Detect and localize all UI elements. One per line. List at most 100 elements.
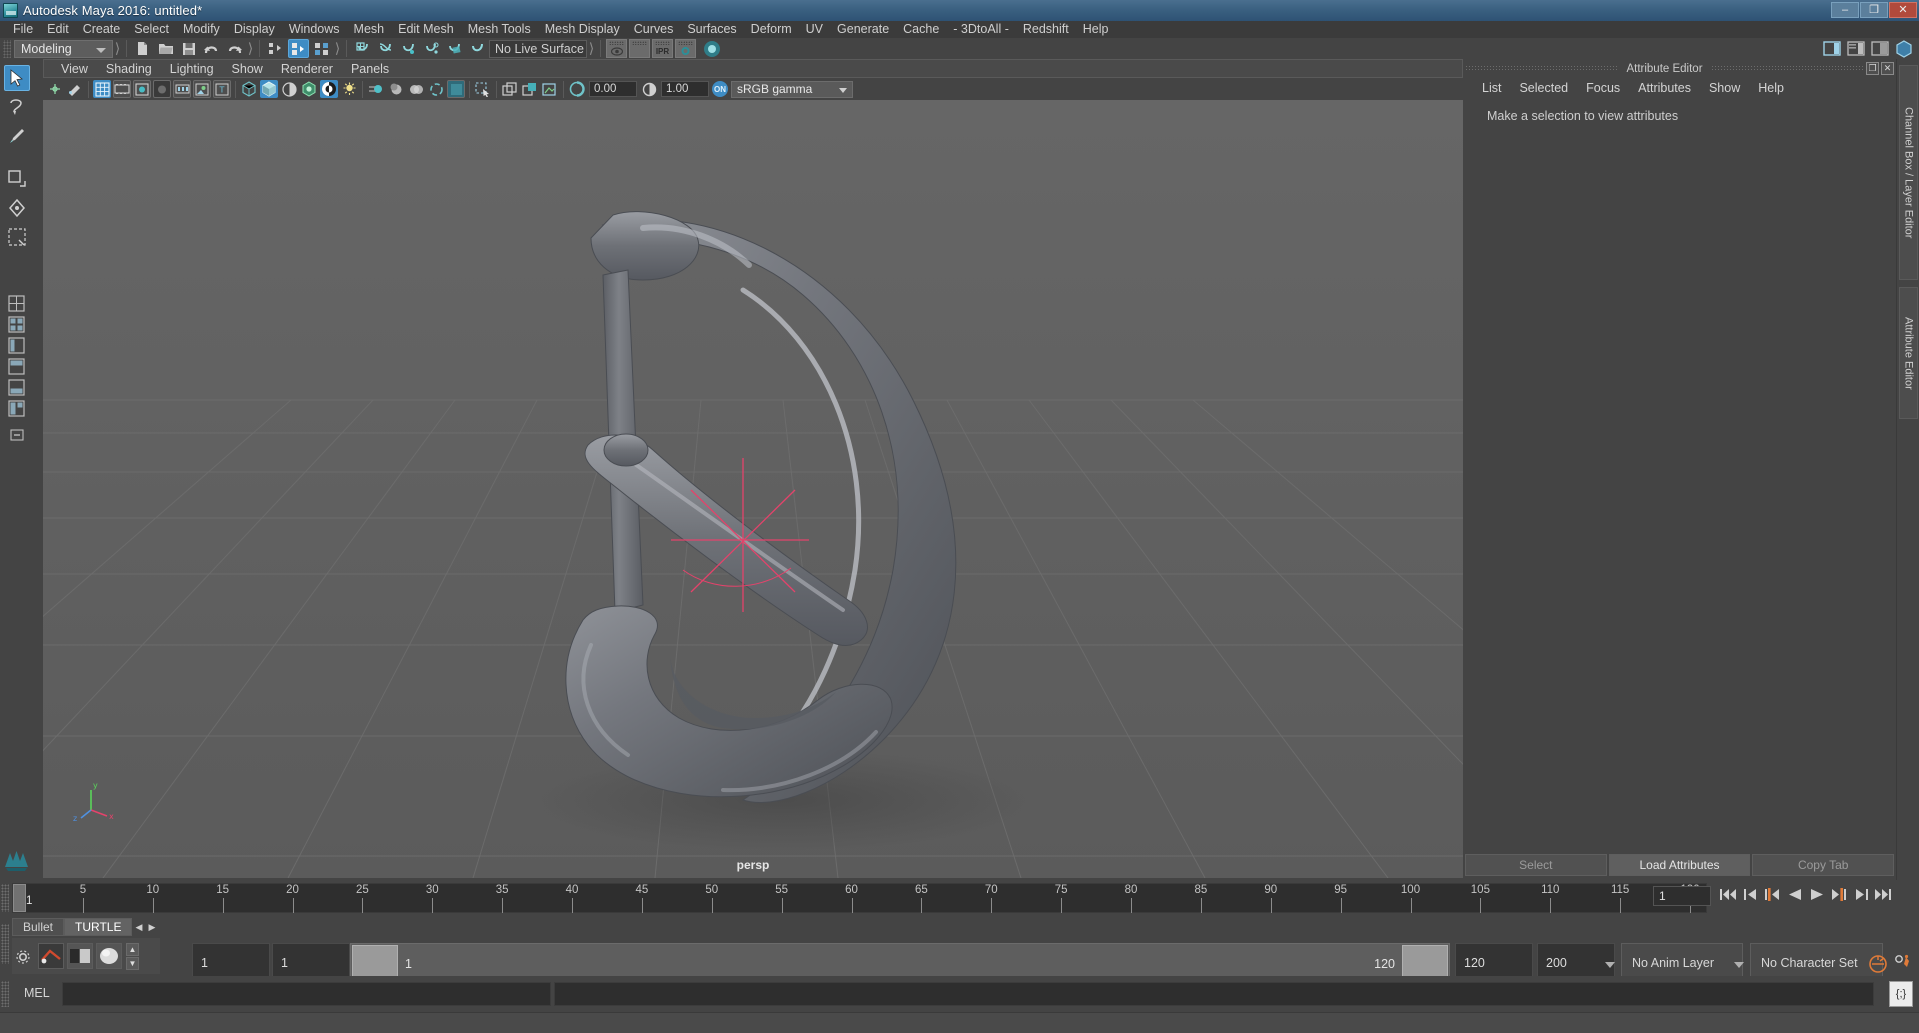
persp-hypergraph-layout-icon[interactable]: [6, 398, 28, 418]
menu-item-generate[interactable]: Generate: [830, 21, 896, 38]
menu-item-display[interactable]: Display: [227, 21, 282, 38]
hypershade-icon[interactable]: [701, 39, 722, 58]
shelf-prev-arrow-icon[interactable]: ◀: [132, 918, 145, 936]
xray-active-components-icon[interactable]: [521, 80, 539, 98]
script-editor-icon[interactable]: {;}: [1889, 981, 1913, 1007]
attribute-editor-select-button[interactable]: Select: [1465, 854, 1607, 876]
move-tool[interactable]: [4, 166, 30, 192]
exposure-adjust-icon[interactable]: [568, 80, 586, 98]
texture-borders-icon[interactable]: [541, 80, 559, 98]
isolate-select-icon[interactable]: [447, 80, 465, 98]
close-button[interactable]: ✕: [1889, 2, 1917, 18]
gamma-value-field[interactable]: 1.00: [661, 81, 709, 97]
exposure-value-field[interactable]: 0.00: [589, 81, 637, 97]
wireframe-icon[interactable]: [240, 80, 258, 98]
show-hide-sidebar-icon[interactable]: [1821, 39, 1843, 58]
select-by-component-icon[interactable]: [311, 39, 332, 58]
turtle-bake-icon[interactable]: [67, 943, 93, 969]
select-by-object-icon[interactable]: [288, 39, 309, 58]
snap-to-point-icon[interactable]: [398, 39, 419, 58]
film-origin-icon[interactable]: [173, 80, 191, 98]
xray-joints-icon[interactable]: [501, 80, 519, 98]
menu-item-file[interactable]: File: [6, 21, 40, 38]
ambient-occlusion-icon[interactable]: [407, 80, 425, 98]
color-management-toggle-icon[interactable]: ON: [712, 81, 728, 97]
select-camera-icon[interactable]: [46, 80, 64, 98]
scale-tool[interactable]: [4, 224, 30, 250]
viewport-menu-show[interactable]: Show: [223, 62, 272, 76]
turtle-ball-icon[interactable]: [96, 943, 122, 969]
gate-mask-icon[interactable]: [153, 80, 171, 98]
snap-to-grid-icon[interactable]: [352, 39, 373, 58]
four-view-layout-icon[interactable]: [6, 314, 28, 334]
auto-keyframe-icon[interactable]: [1868, 954, 1888, 977]
time-slider-track[interactable]: 1 5 10 15 20 25 30 35 40 45 50 55 60 65 70 75 80 85 90 95 1…: [12, 883, 1707, 913]
range-slider-gripper[interactable]: [1, 924, 9, 964]
viewport-menu-view[interactable]: View: [52, 62, 97, 76]
textured-icon[interactable]: [300, 80, 318, 98]
hypershade-persp-layout-icon[interactable]: [6, 377, 28, 397]
safe-action-icon[interactable]: T: [213, 80, 231, 98]
snap-to-projected-center-icon[interactable]: [421, 39, 442, 58]
new-scene-icon[interactable]: [132, 39, 153, 58]
viewport-menu-renderer[interactable]: Renderer: [272, 62, 342, 76]
snap-to-curve-icon[interactable]: [375, 39, 396, 58]
command-language-label[interactable]: MEL: [24, 986, 50, 1000]
viewport-menu-lighting[interactable]: Lighting: [161, 62, 223, 76]
statusbar-gripper[interactable]: [3, 39, 11, 58]
menu-set-dropdown[interactable]: Modeling: [14, 39, 113, 58]
menu-item-edit[interactable]: Edit: [40, 21, 76, 38]
perspective-viewport[interactable]: y x z persp: [43, 100, 1463, 878]
close-panel-icon[interactable]: ✕: [1881, 62, 1895, 75]
save-scene-icon[interactable]: [178, 39, 199, 58]
gamma-adjust-icon[interactable]: [640, 80, 658, 98]
menu-item-modify[interactable]: Modify: [176, 21, 227, 38]
command-input-field[interactable]: [62, 982, 551, 1006]
lock-camera-icon[interactable]: [66, 80, 84, 98]
tab-attribute-editor[interactable]: Attribute Editor: [1899, 287, 1918, 419]
menu-item-select[interactable]: Select: [127, 21, 176, 38]
shadows-icon[interactable]: [340, 80, 358, 98]
restore-panel-icon[interactable]: ❐: [1866, 62, 1880, 75]
attribute-editor-menu-focus[interactable]: Focus: [1577, 81, 1629, 95]
panel-drag-dots[interactable]: [1465, 65, 1619, 72]
attribute-editor-menu-help[interactable]: Help: [1749, 81, 1793, 95]
play-forwards-icon[interactable]: [1808, 884, 1825, 904]
live-surface-field[interactable]: No Live Surface: [489, 39, 587, 58]
attribute-editor-menu-attributes[interactable]: Attributes: [1629, 81, 1700, 95]
menu-item-cache[interactable]: Cache: [896, 21, 946, 38]
viewport-menu-panels[interactable]: Panels: [342, 62, 398, 76]
attribute-editor-toggle-icon[interactable]: [1869, 39, 1891, 58]
persp-graph-layout-icon[interactable]: [6, 356, 28, 376]
shelf-scroll-down-icon[interactable]: ▼: [126, 956, 139, 970]
select-by-hierarchy-icon[interactable]: [265, 39, 286, 58]
render-settings-icon[interactable]: [675, 39, 696, 58]
attribute-editor-load-attributes-button[interactable]: Load Attributes: [1608, 854, 1751, 876]
time-cursor[interactable]: [13, 884, 26, 912]
resolution-gate-icon[interactable]: [133, 80, 151, 98]
menu-item-surfaces[interactable]: Surfaces: [680, 21, 743, 38]
color-space-dropdown[interactable]: sRGB gamma: [731, 80, 853, 98]
redo-icon[interactable]: [224, 39, 245, 58]
undo-icon[interactable]: [201, 39, 222, 58]
ipr-render-icon[interactable]: IPR: [652, 39, 673, 58]
attribute-editor-copy-tab-button[interactable]: Copy Tab: [1752, 854, 1895, 876]
lasso-select-tool[interactable]: [4, 94, 30, 120]
menu-item-mesh[interactable]: Mesh: [347, 21, 392, 38]
xray-icon[interactable]: [474, 80, 492, 98]
current-frame-field[interactable]: 1: [1653, 886, 1711, 906]
channel-box-toggle-icon[interactable]: [1845, 39, 1867, 58]
play-backwards-icon[interactable]: [1786, 884, 1803, 904]
command-line-gripper[interactable]: [1, 981, 9, 1007]
animation-preferences-icon[interactable]: [1893, 954, 1913, 977]
single-perspective-layout-icon[interactable]: [6, 293, 28, 313]
shelf-next-arrow-icon[interactable]: ▶: [145, 918, 158, 936]
menu-item-deform[interactable]: Deform: [744, 21, 799, 38]
step-back-key-icon[interactable]: [1764, 884, 1781, 904]
grid-toggle-icon[interactable]: [93, 80, 111, 98]
rotate-tool[interactable]: [4, 195, 30, 221]
menu-item-3dtoall[interactable]: - 3DtoAll -: [946, 21, 1016, 38]
menu-item-uv[interactable]: UV: [799, 21, 830, 38]
time-slider-gripper[interactable]: [1, 884, 9, 912]
viewport-menu-shading[interactable]: Shading: [97, 62, 161, 76]
